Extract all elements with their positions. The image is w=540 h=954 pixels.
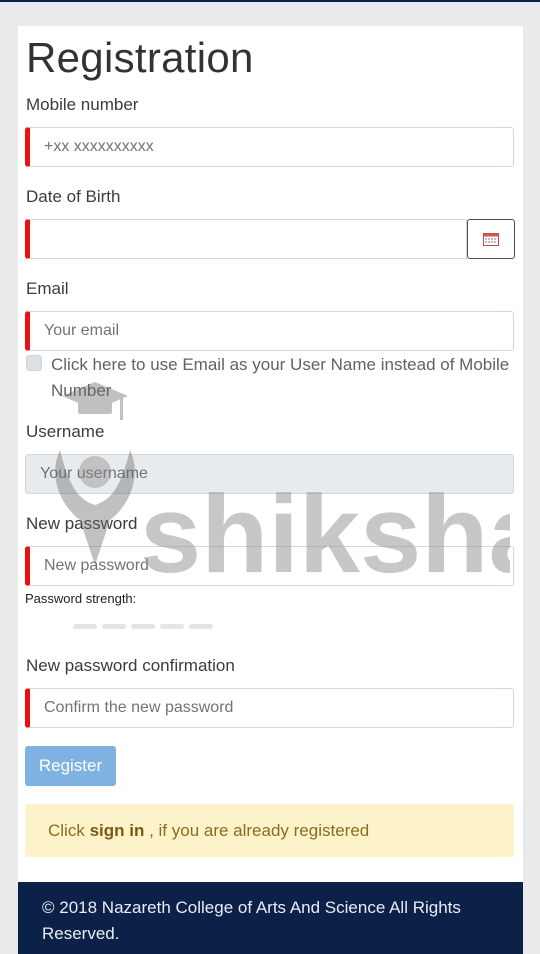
top-bar	[0, 0, 540, 2]
confirm-password-input[interactable]: Confirm the new password	[25, 688, 514, 728]
use-email-checkbox-label[interactable]: Click here to use Email as your User Nam…	[51, 352, 513, 404]
strength-segment	[73, 624, 97, 629]
calendar-button[interactable]	[467, 219, 515, 259]
new-password-input[interactable]: New password	[25, 546, 514, 586]
notice-prefix: Click	[48, 821, 90, 840]
strength-segment	[160, 624, 184, 629]
email-label: Email	[26, 279, 69, 298]
footer: © 2018 Nazareth College of Arts And Scie…	[18, 882, 523, 954]
dob-label: Date of Birth	[26, 187, 121, 206]
register-button[interactable]: Register	[25, 746, 116, 786]
strength-segment	[131, 624, 155, 629]
dob-input[interactable]	[25, 219, 467, 259]
password-strength-meter	[73, 624, 213, 629]
sign-in-notice: Click sign in , if you are already regis…	[25, 804, 514, 857]
sign-in-link[interactable]: sign in	[90, 821, 145, 840]
new-password-label: New password	[26, 514, 138, 533]
email-input[interactable]: Your email	[25, 311, 514, 351]
mobile-label: Mobile number	[26, 95, 139, 114]
footer-copyright: © 2018 Nazareth College of Arts And Scie…	[42, 898, 461, 943]
use-email-checkbox[interactable]	[26, 355, 42, 371]
username-label: Username	[26, 422, 105, 441]
page-title: Registration	[26, 34, 254, 81]
notice-suffix: , if you are already registered	[144, 821, 370, 840]
confirm-password-label: New password confirmation	[26, 656, 235, 675]
strength-segment	[102, 624, 126, 629]
strength-segment	[189, 624, 213, 629]
password-strength-label: Password strength:	[25, 591, 137, 606]
calendar-icon	[483, 233, 499, 246]
username-input: Your username	[25, 454, 514, 494]
mobile-input[interactable]: +xx xxxxxxxxxx	[25, 127, 514, 167]
